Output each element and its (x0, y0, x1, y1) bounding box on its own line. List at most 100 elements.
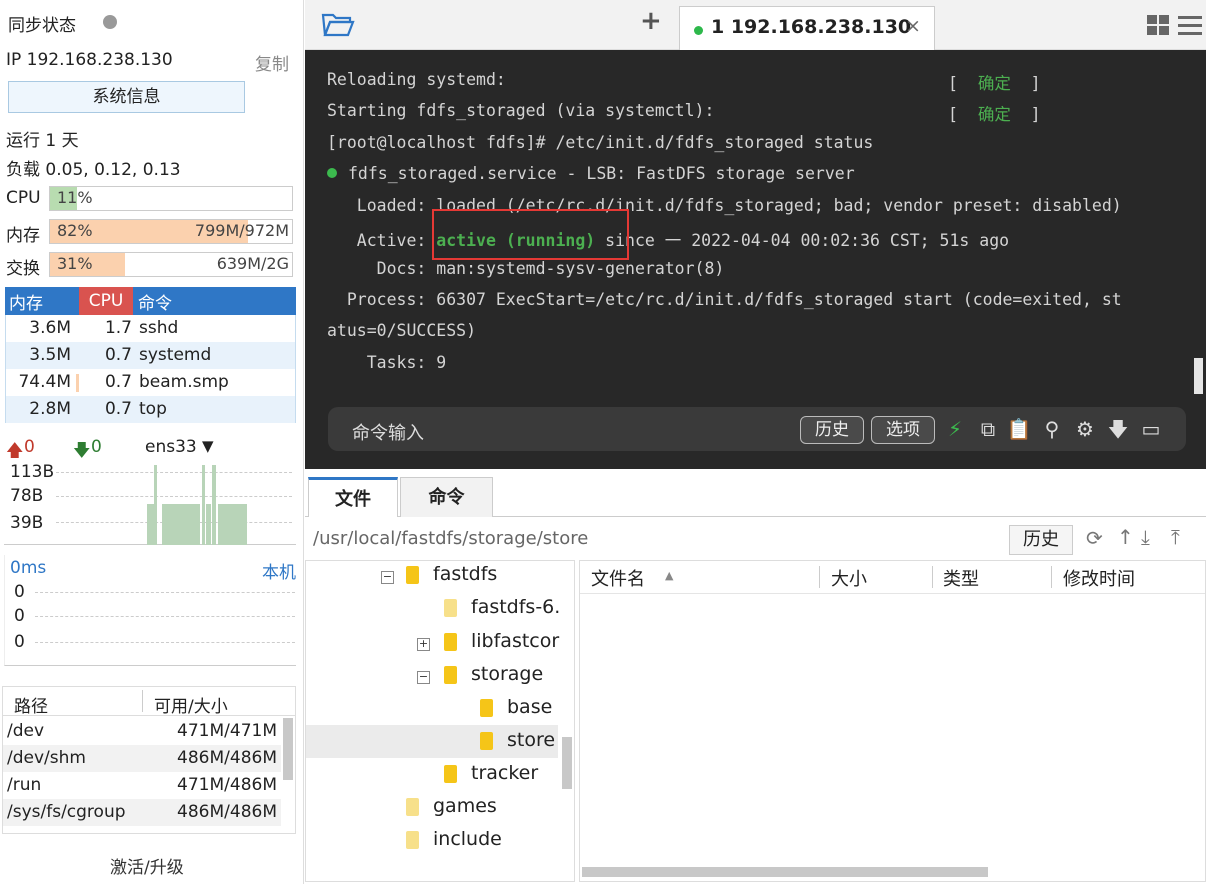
path-input[interactable]: /usr/local/fastdfs/storage/store (313, 528, 588, 549)
tree-node-store[interactable]: store (480, 729, 555, 759)
grid-layout-icon[interactable] (1147, 15, 1169, 39)
table-row[interactable]: /run 471M/486M (3, 772, 281, 799)
lightning-icon[interactable]: ⚡ (942, 416, 968, 442)
up-directory-icon[interactable]: ↑ (1117, 525, 1134, 549)
upload-icon[interactable]: ⤒ (1171, 525, 1180, 549)
tree-node-fastdfs[interactable]: fastdfs (406, 563, 497, 593)
disk-table-body: /dev 471M/471M /dev/shm 486M/486M /run 4… (2, 716, 296, 834)
row-cmd: top (139, 399, 167, 419)
column-cpu[interactable]: CPU (79, 287, 133, 315)
terminal-scrollbar[interactable] (1194, 358, 1203, 394)
download-icon[interactable]: ⤓ (1141, 525, 1150, 549)
ok-status: [ 确定 ] (948, 74, 1041, 93)
ok-status: [ 确定 ] (948, 105, 1041, 124)
history-button[interactable]: 历史 (800, 416, 864, 444)
row-path: /dev (7, 721, 45, 741)
tree-node-libfastcommon[interactable]: libfastcor (444, 630, 559, 660)
table-row[interactable]: 3.6M 1.7 sshd (6, 315, 295, 342)
column-mem[interactable]: 内存 (9, 289, 43, 314)
tree-node-fastdfs-6[interactable]: fastdfs-6. (444, 596, 560, 626)
activate-link[interactable]: 激活/升级 (110, 853, 184, 878)
tree-node-storage[interactable]: storage (444, 663, 543, 693)
tree-node-tracker[interactable]: tracker (444, 762, 538, 792)
column-path[interactable]: 路径 (14, 692, 48, 717)
close-icon[interactable]: × (905, 15, 921, 37)
tree-label: tracker (471, 762, 539, 784)
grid-line (56, 472, 292, 473)
column-divider (142, 690, 143, 712)
swap-detail: 639M/2G (216, 254, 289, 273)
tab-session[interactable]: 1 192.168.238.130 × (679, 6, 935, 50)
add-tab-icon[interactable]: + (640, 6, 662, 36)
disk-scrollbar[interactable] (283, 718, 293, 780)
row-size: 471M/471M (177, 721, 277, 741)
collapse-icon[interactable]: − (381, 571, 394, 584)
gear-icon[interactable]: ⚙ (1072, 416, 1098, 442)
folder-icon (480, 731, 493, 750)
mem-detail: 799M/972M (194, 221, 289, 240)
command-input[interactable]: 命令输入 (352, 419, 424, 445)
folder-open-icon[interactable] (321, 10, 355, 38)
expand-icon[interactable]: + (417, 638, 430, 651)
latency-value: 0 (14, 582, 25, 602)
table-row[interactable]: 74.4M 0.7 beam.smp (6, 369, 295, 396)
column-type[interactable]: 类型 (943, 565, 979, 591)
row-cpu: 0.7 (104, 372, 132, 392)
collapse-icon[interactable]: − (417, 671, 430, 684)
terminal-line: Process: 66307 ExecStart=/etc/rc.d/init.… (327, 290, 1122, 309)
column-filename[interactable]: 文件名 (591, 565, 645, 591)
chevron-down-icon[interactable]: ▼ (202, 437, 214, 455)
column-modified[interactable]: 修改时间 (1063, 565, 1135, 591)
folder-icon (444, 665, 457, 684)
ok-text: 确定 (977, 105, 1011, 124)
system-info-button[interactable]: 系统信息 (8, 81, 245, 113)
terminal-output[interactable]: Reloading systemd: [ 确定 ] Starting fdfs_… (305, 50, 1206, 469)
scale-label: 78B (10, 486, 44, 506)
copy-button[interactable]: 复制 (255, 50, 289, 75)
grid-line (35, 616, 295, 617)
latency-label: 0ms (10, 558, 47, 578)
latency-host[interactable]: 本机 (262, 558, 296, 583)
column-size[interactable]: 可用/大小 (154, 692, 228, 717)
tree-scrollbar[interactable] (562, 737, 572, 789)
active-label: Active: (327, 231, 437, 250)
row-cpu: 0.7 (104, 399, 132, 419)
traffic-bar (147, 504, 154, 545)
table-row[interactable]: 3.5M 0.7 systemd (6, 342, 295, 369)
terminal-line: atus=0/SUCCESS) (327, 321, 477, 340)
refresh-icon[interactable]: ⟳ (1086, 526, 1103, 550)
menu-icon[interactable] (1178, 15, 1202, 39)
tree-node-games[interactable]: games (406, 795, 497, 825)
upload-rate: 0 (24, 437, 35, 457)
table-row[interactable]: 2.8M 0.7 top (6, 396, 295, 423)
tab-commands[interactable]: 命令 (400, 477, 493, 517)
tree-label: libfastcor (471, 630, 560, 652)
column-command[interactable]: 命令 (138, 289, 172, 314)
table-row[interactable]: /dev 471M/471M (3, 718, 281, 745)
latency-chart: 0ms 本机 0 0 0 (4, 555, 296, 666)
column-size[interactable]: 大小 (831, 565, 867, 591)
tab-files[interactable]: 文件 (308, 477, 398, 517)
interface-select[interactable]: ens33 (145, 437, 197, 457)
paste-icon[interactable]: 📋 (1006, 416, 1032, 442)
search-icon[interactable]: ⚲ (1039, 416, 1065, 442)
table-row[interactable]: /sys/fs/cgroup 486M/486M (3, 799, 281, 826)
arrow-down-icon[interactable]: 🡇 (1105, 416, 1131, 442)
options-button[interactable]: 选项 (871, 416, 935, 444)
traffic-bar (154, 465, 157, 545)
row-size: 486M/486M (177, 748, 277, 768)
horizontal-scrollbar[interactable] (582, 867, 988, 877)
column-divider (819, 566, 820, 588)
row-cmd: sshd (139, 318, 179, 338)
row-mem: 74.4M (18, 372, 71, 392)
path-history-button[interactable]: 历史 (1009, 525, 1073, 555)
copy-icon[interactable]: ⧉ (975, 416, 1001, 442)
fullscreen-icon[interactable]: ▭ (1138, 416, 1164, 442)
row-path: /run (7, 775, 42, 795)
row-mem: 2.8M (29, 399, 71, 419)
table-row[interactable]: /dev/shm 486M/486M (3, 745, 281, 772)
directory-tree: fastdfs − fastdfs-6. libfastcor + storag… (305, 560, 575, 882)
tree-node-include[interactable]: include (406, 828, 502, 858)
tree-node-base[interactable]: base (480, 696, 552, 726)
tab-session-label: 1 192.168.238.130 (711, 16, 912, 38)
